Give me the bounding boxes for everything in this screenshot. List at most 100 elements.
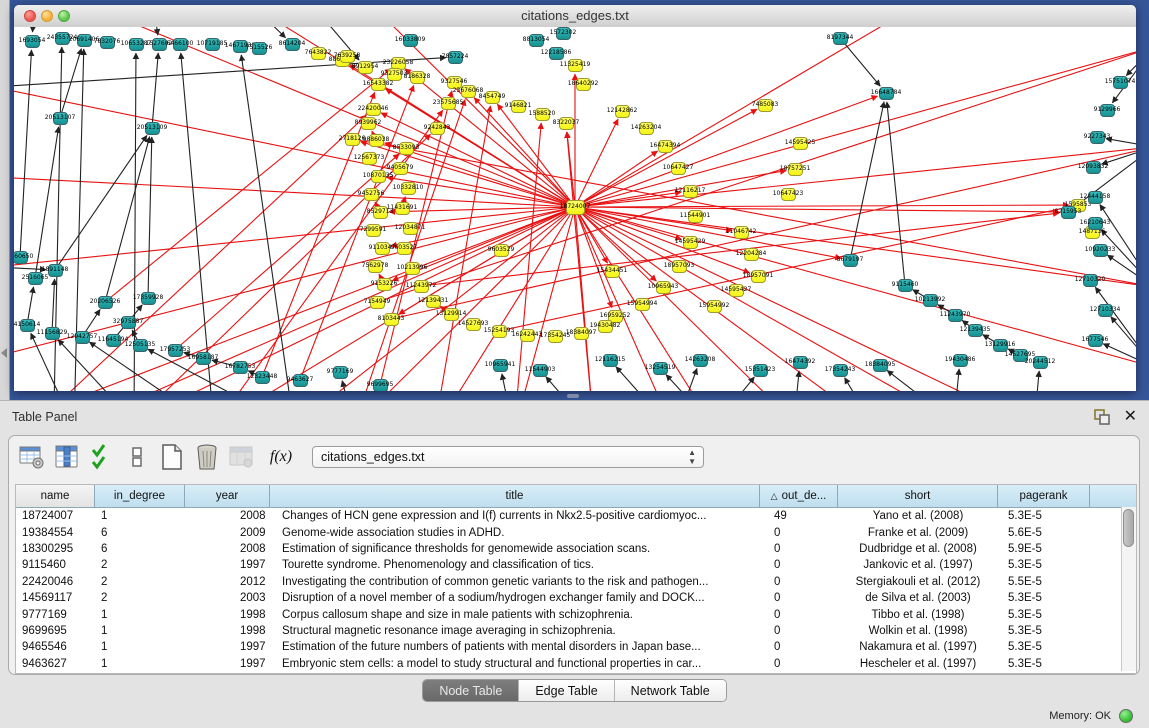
graph-node[interactable] — [395, 202, 410, 215]
graph-node[interactable] — [548, 330, 563, 343]
graph-node[interactable] — [55, 32, 70, 45]
graph-node[interactable] — [559, 117, 574, 130]
graph-edge[interactable] — [377, 47, 1136, 302]
graph-node[interactable] — [233, 361, 248, 374]
graph-node[interactable] — [45, 327, 60, 340]
graph-node[interactable] — [361, 117, 376, 130]
graph-node[interactable] — [566, 200, 585, 215]
graph-node[interactable] — [729, 284, 744, 297]
graph-edge[interactable] — [105, 137, 150, 302]
graph-node[interactable] — [781, 188, 796, 201]
graph-node[interactable] — [405, 262, 420, 275]
graph-node[interactable] — [397, 242, 412, 255]
graph-edge[interactable] — [1111, 317, 1136, 367]
graph-edge[interactable] — [55, 135, 147, 270]
graph-node[interactable] — [129, 38, 144, 51]
graph-edge[interactable] — [14, 267, 46, 270]
memory-status-indicator[interactable] — [1119, 709, 1133, 723]
graph-node[interactable] — [466, 318, 481, 331]
graph-node[interactable] — [1088, 334, 1103, 347]
graph-node[interactable] — [576, 78, 591, 91]
graph-node[interactable] — [1088, 191, 1103, 204]
graph-node[interactable] — [1086, 161, 1101, 174]
graph-edge[interactable] — [845, 378, 874, 391]
tab-network-table[interactable]: Network Table — [615, 680, 726, 701]
graph-node[interactable] — [751, 270, 766, 283]
graph-node[interactable] — [441, 97, 456, 110]
graph-node[interactable] — [1098, 304, 1113, 317]
table-row[interactable]: 2242004622012Investigating the contribut… — [16, 574, 1136, 590]
graph-node[interactable] — [493, 359, 508, 372]
graph-node[interactable] — [387, 68, 402, 81]
tab-node-table[interactable]: Node Table — [423, 680, 519, 701]
graph-node[interactable] — [615, 105, 630, 118]
graph-edge[interactable] — [840, 38, 880, 86]
new-document-icon[interactable] — [157, 442, 187, 472]
graph-edge[interactable] — [1034, 371, 1039, 391]
graph-node[interactable] — [364, 188, 379, 201]
graph-node[interactable] — [923, 294, 938, 307]
graph-node[interactable] — [14, 251, 28, 264]
graph-edge[interactable] — [421, 213, 1059, 286]
tab-edge-table[interactable]: Edge Table — [519, 680, 614, 701]
graph-node[interactable] — [683, 185, 698, 198]
graph-node[interactable] — [744, 248, 759, 261]
column-header-in_degree[interactable]: in_degree — [95, 485, 185, 507]
scrollbar-thumb[interactable] — [1123, 509, 1134, 547]
graph-node[interactable] — [511, 100, 526, 113]
table-row[interactable]: 946362711997Embryonic stem cells: a mode… — [16, 656, 1136, 672]
graph-node[interactable] — [494, 244, 509, 257]
graph-edge[interactable] — [575, 207, 874, 391]
graph-node[interactable] — [447, 76, 462, 89]
graph-edge[interactable] — [254, 27, 286, 38]
table-row[interactable]: 946554611997Estimation of the future num… — [16, 639, 1136, 655]
graph-node[interactable] — [605, 265, 620, 278]
graph-node[interactable] — [362, 152, 377, 165]
graph-node[interactable] — [568, 59, 583, 72]
graph-edge[interactable] — [60, 49, 81, 118]
graph-node[interactable] — [414, 280, 429, 293]
graph-edge[interactable] — [52, 279, 55, 333]
graph-node[interactable] — [671, 162, 686, 175]
graph-node[interactable] — [426, 295, 441, 308]
graph-edge[interactable] — [575, 47, 1136, 207]
graph-node[interactable] — [377, 278, 392, 291]
graph-node[interactable] — [311, 47, 326, 60]
graph-node[interactable] — [683, 236, 698, 249]
graph-node[interactable] — [485, 91, 500, 104]
graph-edge[interactable] — [714, 377, 754, 391]
graph-node[interactable] — [196, 352, 211, 365]
graph-edge[interactable] — [214, 207, 575, 391]
graph-node[interactable] — [1090, 131, 1105, 144]
graph-node[interactable] — [444, 308, 459, 321]
graph-node[interactable] — [393, 162, 408, 175]
graph-node[interactable] — [333, 366, 348, 379]
graph-node[interactable] — [53, 112, 68, 125]
splitter-handle[interactable] — [567, 394, 579, 398]
graph-node[interactable] — [370, 296, 385, 309]
graph-node[interactable] — [1088, 217, 1103, 230]
graph-edge[interactable] — [94, 27, 575, 207]
graph-node[interactable] — [707, 300, 722, 313]
graph-node[interactable] — [672, 260, 687, 273]
graph-node[interactable] — [373, 379, 388, 392]
graph-edge[interactable] — [33, 27, 34, 32]
graph-edge[interactable] — [794, 371, 799, 391]
graph-edge[interactable] — [575, 205, 1069, 207]
row-height-icon[interactable] — [122, 442, 152, 472]
column-header-pagerank[interactable]: pagerank — [998, 485, 1090, 507]
graph-node[interactable] — [953, 354, 968, 367]
graph-node[interactable] — [430, 122, 445, 135]
table-settings-icon[interactable] — [17, 442, 47, 472]
graph-node[interactable] — [410, 71, 425, 84]
graph-node[interactable] — [793, 356, 808, 369]
graph-node[interactable] — [693, 354, 708, 367]
table-row[interactable]: 911546021997Tourette syndrome. Phenomeno… — [16, 557, 1136, 573]
graph-edge[interactable] — [14, 207, 575, 357]
graph-node[interactable] — [639, 122, 654, 135]
graph-node[interactable] — [529, 34, 544, 47]
graph-edge[interactable] — [575, 207, 1059, 212]
graph-node[interactable] — [734, 226, 749, 239]
graph-edge[interactable] — [887, 370, 954, 391]
network-window-titlebar[interactable]: citations_edges.txt — [14, 5, 1136, 28]
